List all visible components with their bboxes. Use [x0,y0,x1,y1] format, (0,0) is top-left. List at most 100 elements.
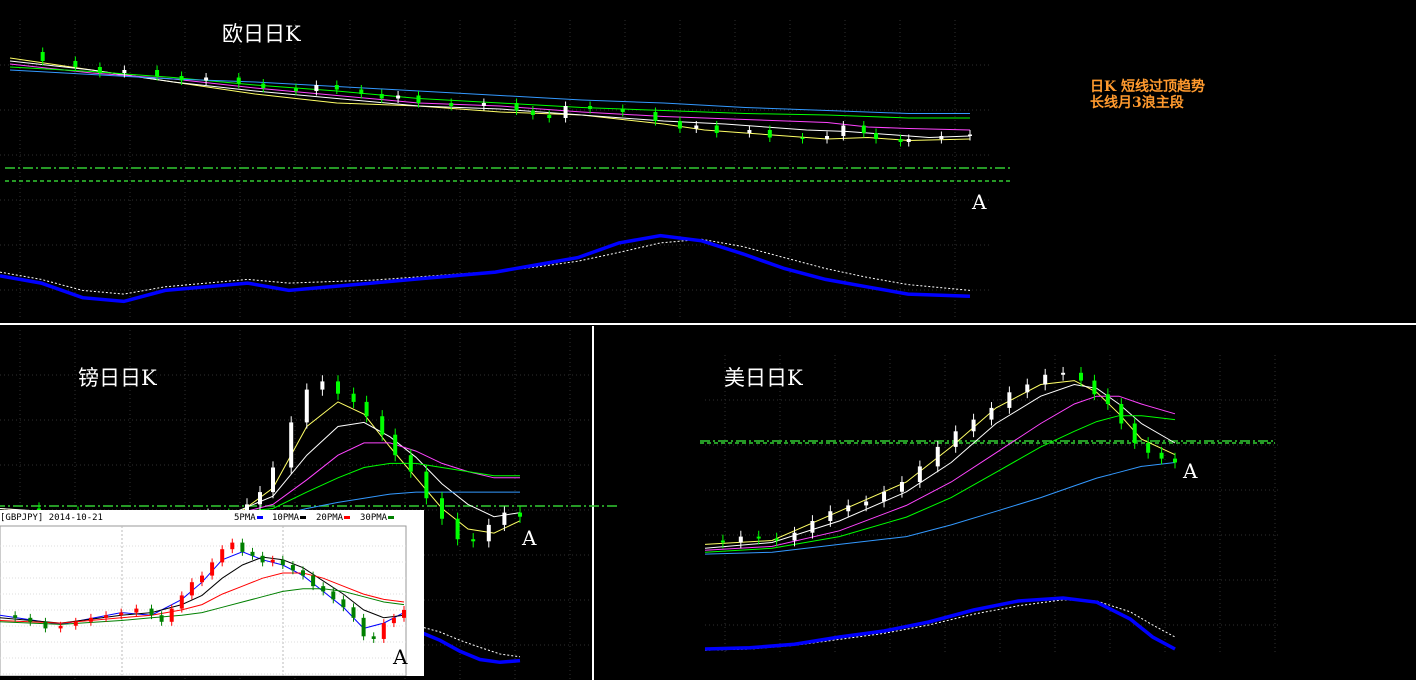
eurjpy-candle-body [334,85,339,90]
gbpjpy-oscillator-line [419,630,521,665]
eurjpy-candle-body [261,83,266,88]
eurjpy-oscillator-line [0,233,971,304]
gbpjpy-candle-body [320,381,325,390]
eurjpy-candle-body [588,106,593,109]
inset-candle-body [381,623,386,639]
gbpjpy-marker-a: A [522,526,537,550]
eurjpy-candle-body [547,115,552,118]
gbpjpy-candle-body [408,455,413,472]
inset-candle-body [240,542,245,552]
eurjpy-candle-body [906,139,911,142]
usdjpy-candle-body [1061,372,1066,375]
eurjpy-candle-body [825,136,830,139]
gbpjpy-candle-body [518,512,522,517]
usdjpy-candle-body [738,536,743,543]
eurjpy-candle-body [73,61,78,67]
inset-candle-body [311,575,316,587]
gbpjpy-candle-body [336,381,340,394]
usdjpy-candle-body [935,446,940,467]
inset-candle-body [200,575,204,583]
inset-candle-body [250,551,255,556]
inset-candle-body [341,599,346,608]
gbpjpy-candle-body [471,539,476,542]
eurjpy-candle-body [767,130,772,138]
inset-candle-body [159,615,164,622]
usdjpy-candle-body [1159,452,1164,459]
inset-candle-body [361,617,366,637]
usdjpy-candle-body [1025,384,1030,393]
usdjpy-candle-body [989,407,994,420]
eurjpy-candle-body [314,85,319,91]
inset-candle-body [58,625,63,629]
inset-ma5-line [0,551,405,629]
eurjpy-candle-body [694,125,699,129]
inset-panel [0,525,407,676]
eurjpy-candle-body [968,134,972,136]
inset-candle-body [210,562,215,576]
gbpjpy-candle-body [258,492,262,505]
usdjpy-candle-body [1119,404,1124,424]
usdjpy-oscillator-line [704,596,1176,651]
inset-candle-body [321,586,326,592]
eurjpy-candle-body [530,110,535,115]
inset-candle-body [179,595,184,609]
eurjpy-candle-body [800,137,805,139]
inset-marker-a: A [393,645,408,669]
gbpjpy-candle-body [289,422,294,468]
eurjpy-candle-body [293,88,298,91]
inset-candle-body [260,555,265,563]
eurjpy-signal-line [0,238,971,295]
eurjpy-candle-body [204,77,209,81]
inset-candle-body [134,608,139,613]
inset-candle-body [301,570,305,576]
gbpjpy-candle-body [455,518,460,540]
eurjpy-candle-body [359,89,364,94]
note-line-2: 长线月3浪主段 [1090,95,1184,111]
inset-ma10-line [0,556,405,624]
usdjpy-candle-body [1105,394,1110,404]
usdjpy-candle-body [1007,392,1012,408]
eurjpy-candle-body [122,70,127,73]
inset-candle-body [43,621,48,629]
eurjpy-candle-body [861,125,866,133]
usdjpy-candle-body [917,466,922,482]
gbpjpy-candle-body [393,434,398,456]
eurjpy-ma20-line [9,63,971,131]
gbpjpy-candle-body [440,498,444,519]
inset-candle-body [13,615,18,618]
usdjpy-ma5-line [704,380,1176,545]
usdjpy-candle-body [846,505,851,512]
gbpjpy-candle-body [486,524,491,542]
eurjpy-candle-body [677,121,682,129]
gbpjpy-candle-body [424,471,429,499]
usdjpy-candle-body [971,419,976,432]
usdjpy-candle-body [774,538,779,541]
eurjpy-candle-body [874,133,879,139]
eurjpy-ma10-line [9,60,971,139]
eurjpy-candle-body [620,109,625,112]
note-line-1: 日K 短线过顶趋势 [1090,79,1206,95]
eurjpy-candle-body [841,125,846,136]
usdjpy-title: 美日日K [724,366,803,390]
gbpjpy-candle-body [271,467,275,493]
eurjpy-title: 欧日日K [222,22,301,46]
eurjpy-candle-body [563,106,568,118]
usdjpy-candle-body [720,540,725,543]
usdjpy-candle-body [1092,380,1097,395]
eurjpy-candle-body [481,103,486,106]
inset-candle-body [104,615,109,618]
gbpjpy-signal-line [419,626,521,658]
usdjpy-candle-body [1043,374,1048,385]
eurjpy-candle-body [714,125,719,133]
inset-candle-body [391,617,396,624]
eurjpy-candle-body [939,136,944,139]
inset-plot [0,525,407,676]
usdjpy-panel [700,355,1280,655]
inset-candle-body [351,607,356,618]
usdjpy-candle-body [953,431,958,447]
gbpjpy-candle-body [502,512,507,525]
gbpjpy-candle-body [351,393,356,402]
usdjpy-candle-body [1146,443,1151,453]
gbpjpy-candle-body [364,401,369,417]
eurjpy-candle-body [747,130,752,133]
